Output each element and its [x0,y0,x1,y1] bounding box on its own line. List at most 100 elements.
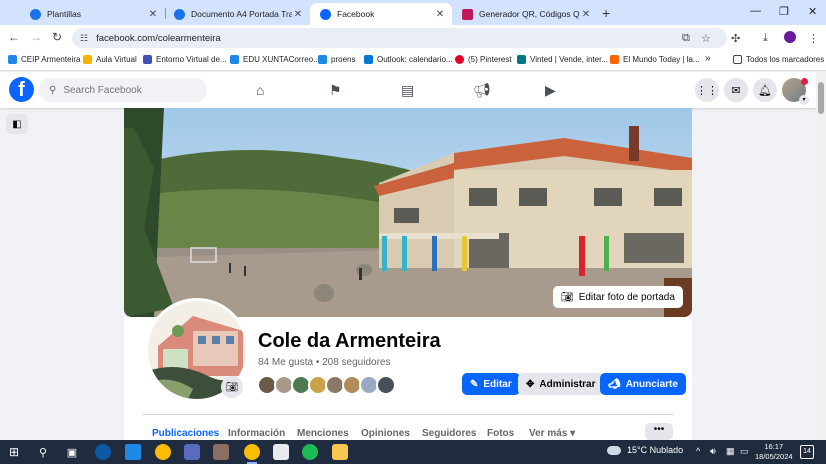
megaphone-icon: 📣︎ [608,378,621,390]
bookmarks-overflow-button[interactable]: » [705,53,711,64]
app-icon[interactable] [184,444,200,460]
bookmark-label: Aula Virtual [96,55,137,64]
bookmark-favicon-icon [610,55,619,64]
site-info-icon[interactable]: ☷ [80,33,88,44]
chrome-icon[interactable] [155,444,171,460]
network-icon[interactable]: ▦ [726,446,735,457]
edit-label: Editar [483,378,512,390]
follower-avatar[interactable] [376,375,396,395]
tab-informacion[interactable]: Información [228,428,285,439]
internet-explorer-icon[interactable] [125,444,141,460]
promote-button[interactable]: 📣︎ Anunciarte [600,373,686,395]
close-window-button[interactable]: ✕ [808,5,817,18]
edit-cover-photo-button[interactable]: 📷︎ Editar foto de portada [553,286,683,308]
sidebar-toggle-icon[interactable]: ◧ [6,114,28,134]
scrollbar-thumb[interactable] [818,82,824,114]
bookmark-favicon-icon [8,55,17,64]
notification-center-icon[interactable]: 14 [800,445,814,459]
bookmark-item[interactable]: El Mundo Today | la... [610,55,700,64]
facebook-logo-icon[interactable]: f [9,77,34,102]
facebook-favicon-icon [320,8,331,20]
all-bookmarks-folder[interactable]: Todos los marcadores [733,55,824,64]
insights-icon[interactable]: ▤ [401,82,414,99]
extensions-icon[interactable]: ✣ [731,32,740,45]
new-tab-button[interactable]: + [602,5,610,21]
tab-seguidores[interactable]: Seguidores [422,428,476,439]
tab-menciones[interactable]: Menciones [297,428,349,439]
home-icon[interactable]: ⌂ [256,82,264,98]
page-stats[interactable]: 84 Me gusta • 208 seguidores [258,357,390,368]
bookmark-label: Vinted | Vende, inter... [530,55,608,64]
install-app-icon[interactable]: ⧉ [682,32,690,45]
account-avatar[interactable]: ▾ [782,78,809,105]
spotify-icon[interactable] [302,444,318,460]
battery-icon[interactable]: ▭ [740,446,749,457]
messenger-icon[interactable]: ✉ [724,78,748,102]
facebook-search[interactable]: ⚲ [39,78,207,102]
browser-tab-facebook[interactable]: Facebook ✕ [310,3,452,25]
page-scrollbar[interactable] [816,72,826,440]
close-tab-icon[interactable]: ✕ [580,9,592,20]
section-divider [143,414,673,415]
windows-taskbar: ⊞ ⚲ ▣ 15°C Nublado ^ 🔊︎ ▦ ▭ 16:17 18/05/… [0,440,826,464]
windows-start-icon[interactable]: ⊞ [6,444,22,460]
bookmark-label: Outlook: calendario... [377,55,453,64]
profile-avatar-icon[interactable] [784,31,796,43]
minimize-button[interactable]: — [750,5,761,17]
manage-label: Administrar [539,378,596,390]
close-tab-icon[interactable]: ✕ [434,9,446,20]
edit-page-button[interactable]: ✎ Editar [462,373,520,395]
chrome-active-icon[interactable] [244,444,260,460]
reload-button[interactable]: ↻ [52,30,62,44]
tab-fotos[interactable]: Fotos [487,428,514,439]
bookmark-item[interactable]: (5) Pinterest [455,55,512,64]
bookmark-item[interactable]: Entorno Virtual de... [143,55,227,64]
bookmark-item[interactable]: Vinted | Vende, inter... [517,55,608,64]
notifications-bell-icon[interactable]: 🔔︎ [753,78,777,102]
ads-megaphone-icon[interactable]: 📢︎ [473,82,491,99]
plantillas-favicon-icon [30,8,41,20]
system-clock[interactable]: 16:17 18/05/2024 [755,442,793,462]
edge-icon[interactable] [95,444,111,460]
follower-avatars[interactable] [257,375,396,395]
close-tab-icon[interactable]: ✕ [292,9,304,20]
bookmark-item[interactable]: Outlook: calendario... [364,55,453,64]
address-url[interactable]: facebook.com/colearmenteira [96,33,221,44]
tab-publicaciones[interactable]: Publicaciones [152,428,219,439]
search-icon[interactable]: ⚲ [35,444,51,460]
bookmark-item[interactable]: EDU XUNTACorreo... [230,55,320,64]
bookmark-item[interactable]: Aula Virtual [83,55,137,64]
file-explorer-icon[interactable] [332,444,348,460]
menu-kebab-icon[interactable]: ⋮ [808,32,819,45]
menu-grid-icon[interactable]: ⋮⋮ [695,78,719,102]
speaker-icon[interactable]: 🔊︎ [710,446,716,457]
download-icon[interactable]: ⤓ [763,32,768,45]
task-view-icon[interactable]: ▣ [64,444,80,460]
address-bar[interactable]: ☷ facebook.com/colearmenteira [72,28,727,48]
bookmark-item[interactable]: CEIP Armenteira [8,55,80,64]
clock-time: 16:17 [764,442,784,451]
more-options-button[interactable]: ••• [645,423,673,440]
bookmark-label: EDU XUNTACorreo... [243,55,320,64]
maximize-button[interactable]: ❐ [779,5,789,18]
bookmark-item[interactable]: proens [318,55,355,64]
change-profile-photo-camera-icon[interactable]: 📷︎ [221,376,243,398]
close-tab-icon[interactable]: ✕ [147,9,159,20]
manage-page-button[interactable]: ✥ Administrar [518,373,604,395]
back-button[interactable]: ← [8,30,20,44]
search-input[interactable] [63,84,194,96]
media-player-icon[interactable] [213,444,229,460]
browser-tab-generador-qr[interactable]: Generador QR, Códigos QR Gra ✕ [452,3,598,25]
browser-tab-plantillas[interactable]: Plantillas ✕ [20,3,165,25]
tab-ver-mas[interactable]: Ver más ▾ [529,428,575,439]
browser-tab-strip: Plantillas ✕ Documento A4 Portada Trabaj… [0,0,826,25]
video-icon[interactable]: ▶ [545,82,556,99]
bookmark-star-icon[interactable]: ☆ [701,32,711,45]
weather-widget[interactable]: 15°C Nublado [607,445,683,455]
forward-button[interactable]: → [30,30,42,44]
store-icon[interactable] [273,444,289,460]
chevron-up-icon[interactable]: ^ [696,446,700,456]
tab-opiniones[interactable]: Opiniones [361,428,410,439]
flag-pages-icon[interactable]: ⚑ [329,82,342,99]
browser-tab-documento[interactable]: Documento A4 Portada Trabajo ✕ [164,3,310,25]
